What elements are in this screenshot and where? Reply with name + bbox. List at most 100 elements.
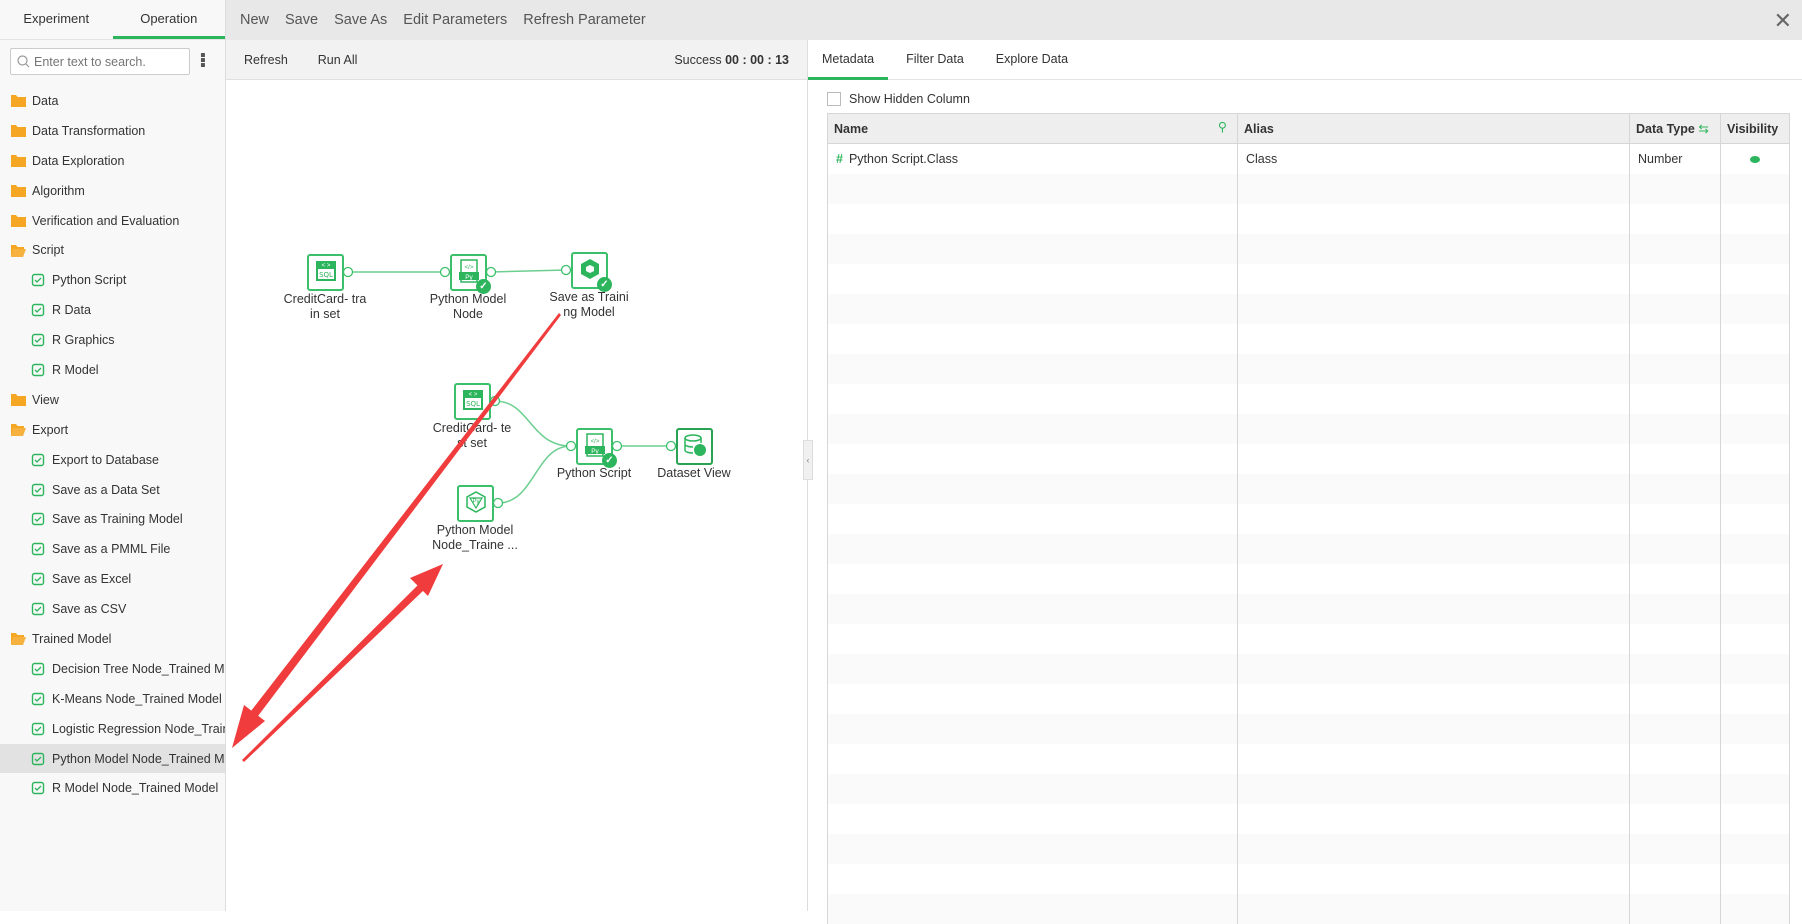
- tree-folder[interactable]: View: [0, 385, 225, 415]
- numeric-type-icon: #: [836, 151, 843, 166]
- tree-item[interactable]: R Data: [0, 295, 225, 325]
- tree-item-label: R Model Node_Trained Model: [52, 781, 219, 796]
- empty-row: [827, 503, 1790, 534]
- show-hidden-column-checkbox[interactable]: Show Hidden Column: [827, 92, 970, 106]
- data-type-cell: Number: [1629, 143, 1721, 174]
- empty-row: [827, 893, 1790, 924]
- tree-item-label: View: [32, 392, 59, 407]
- tab-filter-data[interactable]: Filter Data: [892, 40, 978, 80]
- tree-item-label: Export to Database: [52, 452, 160, 467]
- empty-row: [827, 323, 1790, 354]
- close-icon[interactable]: ✕: [1774, 8, 1792, 34]
- empty-row: [827, 263, 1790, 294]
- node-label: Save as Traini ng Model: [549, 290, 629, 319]
- dataset-view-icon: [682, 432, 708, 461]
- empty-row: [827, 803, 1790, 834]
- metadata-table: Name ⚲ Alias Data Type ⇆ Visibility # Pyth…: [827, 113, 1790, 924]
- tree-item[interactable]: Logistic Regression Node_Trained Model: [0, 714, 225, 744]
- tree-item[interactable]: Save as a Data Set: [0, 475, 225, 505]
- empty-row: [827, 353, 1790, 384]
- refresh-parameter-button[interactable]: Refresh Parameter: [523, 12, 646, 28]
- node-trained[interactable]: Py: [457, 485, 494, 522]
- new-button[interactable]: New: [240, 12, 269, 28]
- tree-item-label: R Model: [52, 362, 99, 377]
- workflow-canvas[interactable]: [226, 80, 807, 911]
- empty-row: [827, 173, 1790, 204]
- tree-item[interactable]: R Model: [0, 355, 225, 385]
- tree-folder[interactable]: Verification and Evaluation: [0, 206, 225, 236]
- csv-icon: [30, 602, 46, 616]
- tree-item[interactable]: Python Script: [0, 265, 225, 295]
- tree-item-label: Decision Tree Node_Trained Model: [52, 661, 225, 676]
- tree-folder[interactable]: Trained Model: [0, 624, 225, 654]
- tree-folder[interactable]: Data Transformation: [0, 116, 225, 146]
- empty-row: [827, 233, 1790, 264]
- node-dsview[interactable]: [676, 428, 713, 465]
- checkbox-label: Show Hidden Column: [849, 92, 970, 106]
- tree-item[interactable]: Save as Training Model: [0, 504, 225, 534]
- svg-text:</>: </>: [464, 265, 473, 271]
- tree-folder[interactable]: Data Exploration: [0, 146, 225, 176]
- empty-row: [827, 743, 1790, 774]
- empty-row: [827, 653, 1790, 684]
- tree-item-label: R Graphics: [52, 333, 115, 348]
- r-data-icon: [30, 303, 46, 317]
- node-label: CreditCard- te st set: [432, 421, 512, 450]
- node-test[interactable]: SQL < >: [454, 383, 491, 420]
- search-input[interactable]: [34, 54, 184, 69]
- collapse-handle[interactable]: ‹: [803, 440, 813, 480]
- save-button[interactable]: Save: [285, 12, 318, 28]
- edit-parameters-button[interactable]: Edit Parameters: [403, 12, 507, 28]
- canvas-toolbar: Refresh Run All Success 00 : 00 : 13: [226, 40, 807, 80]
- empty-row: [827, 683, 1790, 714]
- node-label: Python Script: [556, 466, 632, 480]
- tree-item[interactable]: K-Means Node_Trained Model: [0, 684, 225, 714]
- toggle-icon[interactable]: ⇆: [1698, 122, 1708, 136]
- alias-cell[interactable]: Class: [1237, 143, 1630, 174]
- tree-folder[interactable]: Export: [0, 415, 225, 445]
- refresh-button[interactable]: Refresh: [244, 53, 288, 67]
- tab-experiment[interactable]: Experiment: [0, 0, 113, 39]
- database-export-icon: [30, 453, 46, 467]
- visibility-cell[interactable]: [1720, 143, 1790, 174]
- empty-row: [827, 863, 1790, 894]
- tree-item[interactable]: Save as CSV: [0, 594, 225, 624]
- tree-item[interactable]: Python Model Node_Trained Model: [0, 743, 225, 774]
- table-row[interactable]: # Python Script.Class Class Number: [827, 143, 1790, 174]
- folder-icon: [10, 393, 26, 407]
- tree-item-label: Python Script: [52, 273, 127, 288]
- model-icon: [30, 781, 46, 795]
- tree-item-label: Save as a PMML File: [52, 542, 171, 557]
- tree-folder[interactable]: Algorithm: [0, 176, 225, 206]
- save-as-button[interactable]: Save As: [334, 12, 387, 28]
- tab-explore-data[interactable]: Explore Data: [982, 40, 1082, 80]
- more-menu-icon[interactable]: ▪ ▪ ▪: [200, 48, 206, 74]
- checkbox[interactable]: [827, 92, 841, 106]
- run-all-button[interactable]: Run All: [318, 53, 358, 67]
- tree-item[interactable]: Decision Tree Node_Trained Model: [0, 654, 225, 684]
- sql-icon: SQL < >: [314, 259, 338, 286]
- tree-item-label: Data Exploration: [32, 153, 125, 168]
- folder-icon: [10, 154, 26, 168]
- tree-item[interactable]: R Model Node_Trained Model: [0, 773, 225, 803]
- empty-row: [827, 293, 1790, 324]
- right-tabs: Metadata Filter Data Explore Data: [808, 40, 1802, 80]
- node-train[interactable]: SQL < >: [307, 254, 344, 291]
- sidebar-tabs: Experiment Operation: [0, 0, 225, 40]
- scatter-icon: [30, 692, 46, 706]
- tree-item-label: Trained Model: [32, 631, 112, 646]
- eye-icon[interactable]: [1750, 155, 1760, 163]
- svg-text:< >: < >: [468, 392, 477, 398]
- tree-item-label: Logistic Regression Node_Trained Model: [52, 721, 225, 736]
- tree-item[interactable]: Save as a PMML File: [0, 534, 225, 564]
- tree-item[interactable]: Export to Database: [0, 445, 225, 475]
- tree-item[interactable]: R Graphics: [0, 325, 225, 355]
- tab-metadata[interactable]: Metadata: [808, 40, 889, 80]
- tree-folder[interactable]: Data: [0, 86, 225, 116]
- tab-operation[interactable]: Operation: [112, 0, 225, 39]
- node-label: Python Model Node: [429, 292, 507, 321]
- search-icon[interactable]: ⚲: [1218, 119, 1227, 134]
- tree-folder[interactable]: Script: [0, 235, 225, 265]
- empty-row: [827, 443, 1790, 474]
- tree-item[interactable]: Save as Excel: [0, 564, 225, 594]
